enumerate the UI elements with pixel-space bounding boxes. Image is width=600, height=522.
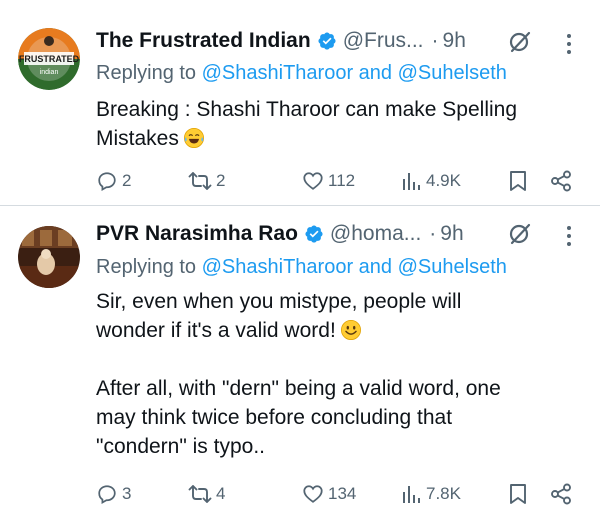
share-button[interactable]	[550, 483, 572, 505]
mention-link[interactable]: @Suhelseth	[398, 256, 507, 278]
more-icon[interactable]	[566, 33, 572, 55]
replying-to: Replying to @ShashiTharoor and @Suhelset…	[96, 62, 507, 84]
share-icon	[551, 483, 571, 505]
repost-icon	[188, 485, 212, 503]
smiling-face-emoji	[340, 320, 361, 340]
tweet-text: Breaking : Shashi Tharoor can make Spell…	[96, 98, 518, 150]
share-icon	[551, 170, 571, 192]
verified-badge-icon	[305, 225, 323, 243]
views-icon	[403, 486, 420, 503]
avatar[interactable]	[18, 226, 80, 288]
reply-icon	[98, 485, 116, 505]
mention-link[interactable]: @ShashiTharoor	[202, 62, 353, 84]
divider	[0, 205, 600, 206]
display-name[interactable]: The Frustrated Indian	[96, 29, 311, 53]
avatar[interactable]: FRUSTRATED indian	[18, 28, 80, 90]
bookmark-icon	[510, 484, 526, 504]
grok-icon[interactable]	[508, 222, 532, 246]
reply-button[interactable]: 2	[96, 170, 131, 192]
like-button[interactable]: 112	[302, 170, 355, 192]
like-icon	[303, 172, 323, 190]
repost-icon	[188, 172, 212, 190]
views-icon	[403, 173, 420, 190]
repost-button[interactable]: 4	[188, 483, 225, 505]
mention-link[interactable]: @Suhelseth	[398, 62, 507, 84]
verified-badge-icon	[318, 32, 336, 50]
timestamp[interactable]: 9h	[443, 29, 466, 53]
mention-link[interactable]: @ShashiTharoor	[202, 256, 353, 278]
reply-icon	[98, 172, 116, 192]
separator-dot: ·	[431, 29, 439, 52]
avatar-logo-text: FRUSTRATED	[19, 54, 80, 64]
tweet[interactable]: FRUSTRATED indian The Frustrated Indian …	[0, 0, 600, 205]
action-bar: 2 2 112 4.9K	[96, 170, 600, 196]
like-icon	[303, 485, 323, 503]
bookmark-icon	[510, 171, 526, 191]
handle[interactable]: @homa...	[330, 222, 421, 246]
more-icon[interactable]	[566, 225, 572, 247]
tweet-text: Sir, even when you mistype, people will …	[96, 290, 501, 458]
reply-button[interactable]: 3	[96, 483, 131, 505]
views-button[interactable]: 7.8K	[402, 483, 461, 505]
replying-to: Replying to @ShashiTharoor and @Suhelset…	[96, 256, 507, 278]
separator-dot: ·	[429, 222, 437, 245]
bookmark-button[interactable]	[508, 483, 528, 505]
views-button[interactable]: 4.9K	[402, 170, 461, 192]
repost-button[interactable]: 2	[188, 170, 225, 192]
tears-of-joy-emoji	[183, 128, 204, 148]
share-button[interactable]	[550, 170, 572, 192]
svg-text:indian: indian	[40, 69, 59, 76]
grok-icon[interactable]	[508, 30, 532, 54]
bookmark-button[interactable]	[508, 170, 528, 192]
handle[interactable]: @Frus...	[343, 29, 424, 53]
action-bar: 3 4 134 7.8K	[96, 483, 600, 509]
timestamp[interactable]: 9h	[440, 222, 463, 246]
display-name[interactable]: PVR Narasimha Rao	[96, 222, 298, 246]
like-button[interactable]: 134	[302, 483, 356, 505]
